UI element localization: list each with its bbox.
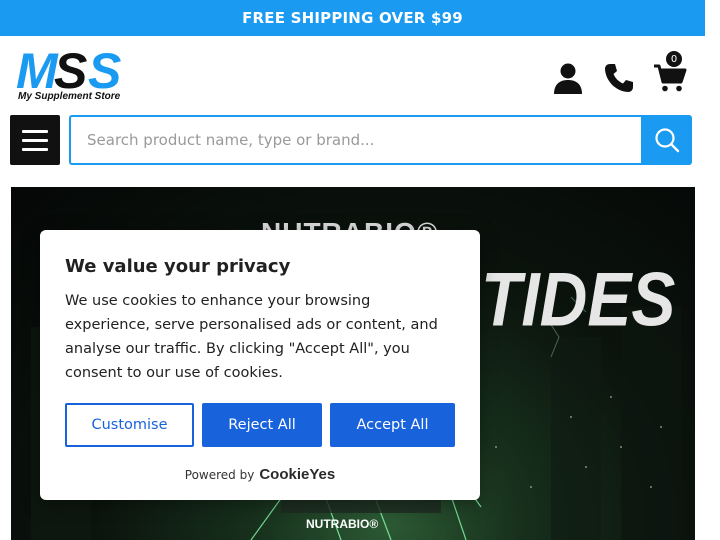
svg-text:S: S (54, 48, 87, 94)
hamburger-icon (22, 129, 48, 133)
phone-icon[interactable] (603, 62, 635, 94)
customise-button[interactable]: Customise (65, 403, 194, 447)
free-shipping-banner: FREE SHIPPING OVER $99 (0, 0, 705, 36)
menu-button[interactable] (10, 115, 60, 165)
search-button[interactable] (642, 115, 692, 165)
hero-brand-logo-small: NUTRABIO® (306, 517, 379, 531)
reject-all-button[interactable]: Reject All (202, 403, 322, 447)
page-edge (705, 0, 720, 540)
powered-by-label: Powered by (184, 467, 255, 482)
account-icon[interactable] (552, 62, 584, 94)
svg-text:M: M (16, 48, 59, 94)
cart-count-badge: 0 (666, 51, 682, 67)
logo-tagline: My Supplement Store (18, 91, 121, 102)
cookie-button-group: Customise Reject All Accept All (65, 403, 455, 447)
powered-by: Powered by CookieYes (40, 466, 480, 483)
logo-mark: M S S (16, 43, 125, 99)
hamburger-icon-bar (22, 147, 48, 151)
search-icon (655, 128, 680, 153)
svg-text:S: S (88, 48, 121, 94)
cookie-consent-dialog: We value your privacy We use cookies to … (40, 230, 480, 500)
hero-title: TIDES (481, 256, 676, 342)
search-input[interactable] (69, 115, 643, 165)
accept-all-button[interactable]: Accept All (330, 403, 455, 447)
cookieyes-logo[interactable]: CookieYes (259, 466, 335, 483)
cookie-description: We use cookies to enhance your browsing … (65, 293, 438, 381)
cookie-title: We value your privacy (65, 256, 291, 277)
free-shipping-text: FREE SHIPPING OVER $99 (242, 9, 463, 27)
hamburger-icon-bar (22, 138, 48, 142)
site-logo[interactable]: M S S My Supplement Store (16, 43, 132, 106)
